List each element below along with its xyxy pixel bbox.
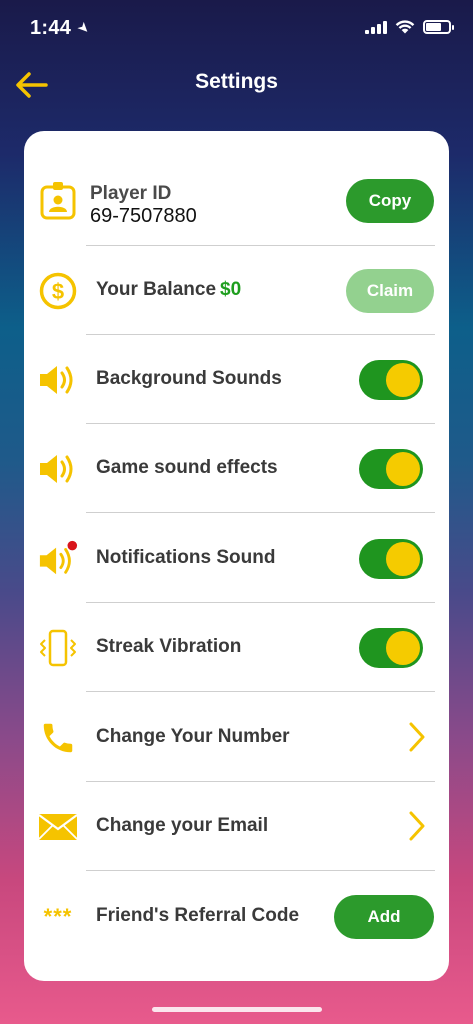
toggle-knob [386, 542, 420, 576]
change-number-row[interactable]: Change Your Number [24, 693, 449, 782]
toggle-label: Game sound effects [96, 457, 278, 478]
speaker-icon [38, 360, 78, 400]
referral-label: Friend's Referral Code [96, 905, 300, 926]
balance-label: Your Balance $0 [96, 279, 241, 301]
id-badge-icon [38, 181, 78, 221]
balance-text: Your Balance [96, 279, 217, 300]
toggle-label: Streak Vibration [96, 636, 242, 657]
player-id-title: Player ID [90, 183, 172, 204]
copy-button[interactable]: Copy [346, 179, 434, 223]
background-sounds-row: Background Sounds [24, 335, 449, 424]
toggle-knob [386, 363, 420, 397]
status-bar: 1:44 ➤ [0, 0, 473, 56]
game-sound-effects-toggle[interactable] [359, 449, 423, 489]
svg-text:$: $ [52, 279, 64, 304]
battery-icon [423, 20, 454, 34]
streak-vibration-row: Streak Vibration [24, 603, 449, 692]
dollar-coin-icon: $ [38, 271, 78, 311]
nav-bar: Settings [0, 60, 473, 110]
toggle-knob [386, 452, 420, 486]
notification-speaker-icon [38, 539, 78, 579]
status-icons [365, 20, 454, 34]
status-time: 1:44 ➤ [30, 17, 94, 40]
streak-vibration-toggle[interactable] [359, 628, 423, 668]
divider [86, 512, 435, 513]
chevron-right-icon [409, 811, 425, 841]
wifi-icon [395, 20, 415, 34]
location-arrow-icon: ➤ [74, 17, 95, 38]
toggle-label: Background Sounds [96, 368, 282, 389]
player-id-value: 69-7507880 [90, 205, 197, 227]
player-id-row: Player ID 69-7507880 Copy [24, 156, 449, 246]
page-title: Settings [195, 70, 278, 93]
link-label: Change your Email [96, 815, 269, 836]
claim-button[interactable]: Claim [346, 269, 434, 313]
time-text: 1:44 [30, 17, 72, 39]
email-envelope-icon [38, 807, 78, 847]
settings-card: Player ID 69-7507880 Copy $ Your Balance… [24, 131, 449, 981]
game-sound-effects-row: Game sound effects [24, 424, 449, 513]
notifications-sound-toggle[interactable] [359, 539, 423, 579]
divider [86, 870, 435, 871]
cellular-signal-icon [365, 20, 387, 34]
asterisks-icon: *** [43, 904, 73, 929]
phone-icon [38, 718, 78, 758]
background-sounds-toggle[interactable] [359, 360, 423, 400]
notifications-sound-row: Notifications Sound [24, 514, 449, 603]
speaker-icon [38, 449, 78, 489]
phone-vibration-icon [38, 628, 78, 668]
referral-code-row: *** Friend's Referral Code Add [24, 872, 449, 961]
toggle-label: Notifications Sound [96, 547, 276, 568]
divider [86, 691, 435, 692]
home-indicator[interactable] [152, 1007, 322, 1012]
balance-value: $0 [220, 279, 242, 300]
change-email-row[interactable]: Change your Email [24, 782, 449, 871]
add-referral-button[interactable]: Add [334, 895, 434, 939]
link-label: Change Your Number [96, 726, 290, 747]
balance-row: $ Your Balance $0 Claim [24, 246, 449, 335]
toggle-knob [386, 631, 420, 665]
chevron-right-icon [409, 722, 425, 752]
